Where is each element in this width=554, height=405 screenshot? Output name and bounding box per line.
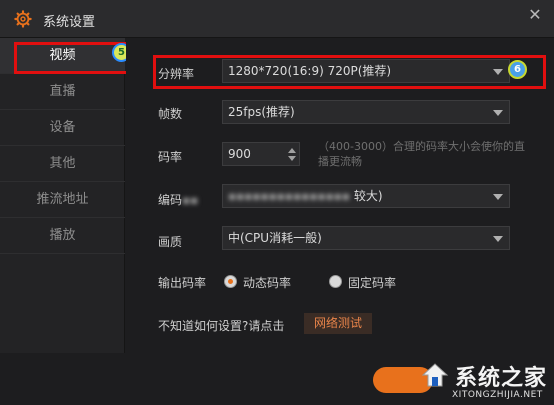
framerate-label: 帧数 <box>158 107 183 121</box>
bitrate-label: 码率 <box>158 150 183 164</box>
stepper-down-icon[interactable] <box>288 156 296 161</box>
framerate-value: 25fps(推荐) <box>228 105 295 119</box>
bitrate-hint: （400-3000）合理的码率大小会使你的直播更流畅 <box>318 140 525 168</box>
sidebar-item-stream-url[interactable]: 推流地址 <box>0 182 125 218</box>
help-prompt: 不知道如何设置?请点击 <box>158 319 285 333</box>
sidebar-item-device[interactable]: 设备 <box>0 110 125 146</box>
quality-select[interactable]: 中(CPU消耗一般) <box>222 226 510 250</box>
stepper-up-icon[interactable] <box>288 148 296 153</box>
quality-label: 画质 <box>158 235 183 249</box>
sidebar-item-live[interactable]: 直播 <box>0 74 125 110</box>
bitrate-value: 900 <box>228 147 251 161</box>
sidebar-item-other[interactable]: 其他 <box>0 146 125 182</box>
encoder-label: 编码▪▪ <box>158 193 199 207</box>
close-icon[interactable]: ✕ <box>526 6 544 24</box>
rate-mode-label: 输出码率 <box>158 276 207 290</box>
network-test-button[interactable]: 网络测试 <box>304 313 372 334</box>
sidebar-item-label: 直播 <box>49 84 76 99</box>
watermark-logo-icon <box>421 363 449 387</box>
encoder-value: 较大) <box>353 189 383 203</box>
radio-fixed-label: 固定码率 <box>348 276 397 290</box>
resolution-label: 分辨率 <box>158 67 195 81</box>
sidebar-item-label: 视频 <box>49 48 76 63</box>
chevron-down-icon <box>493 110 503 116</box>
quality-value: 中(CPU消耗一般) <box>228 231 322 245</box>
watermark-text: 系统之家 <box>455 366 548 391</box>
window-title: 系统设置 <box>43 15 96 30</box>
encoder-select[interactable]: ▪▪▪▪▪▪▪▪▪▪▪▪▪▪▪ 较大) <box>222 184 510 208</box>
resolution-select[interactable]: 1280*720(16:9) 720P(推荐) <box>222 59 510 83</box>
radio-dynamic-label: 动态码率 <box>243 276 292 290</box>
gear-icon <box>14 10 32 28</box>
title-bar: 系统设置 ✕ <box>0 0 554 38</box>
sidebar-item-label: 推流地址 <box>36 192 89 207</box>
sidebar-item-video[interactable]: 视频 <box>0 38 125 74</box>
radio-fixed-bitrate[interactable] <box>329 275 342 288</box>
radio-dynamic-bitrate[interactable] <box>224 275 237 288</box>
encoder-obscured: ▪▪▪▪▪▪▪▪▪▪▪▪▪▪▪ <box>228 189 350 203</box>
sidebar-item-playback[interactable]: 播放 <box>0 218 125 254</box>
sidebar-item-label: 播放 <box>49 228 76 243</box>
framerate-select[interactable]: 25fps(推荐) <box>222 100 510 124</box>
sidebar-item-label: 其他 <box>49 156 76 171</box>
step-badge: 6 <box>508 60 527 79</box>
settings-sidebar: 视频 直播 设备 其他 推流地址 播放 <box>0 38 125 353</box>
resolution-value: 1280*720(16:9) 720P(推荐) <box>228 64 392 78</box>
sidebar-item-label: 设备 <box>49 120 76 135</box>
watermark-subtext: XITONGZHIJIA.NET <box>452 390 543 400</box>
chevron-down-icon <box>493 194 503 200</box>
chevron-down-icon <box>493 69 503 75</box>
bitrate-stepper[interactable]: 900 <box>222 142 300 166</box>
chevron-down-icon <box>493 236 503 242</box>
